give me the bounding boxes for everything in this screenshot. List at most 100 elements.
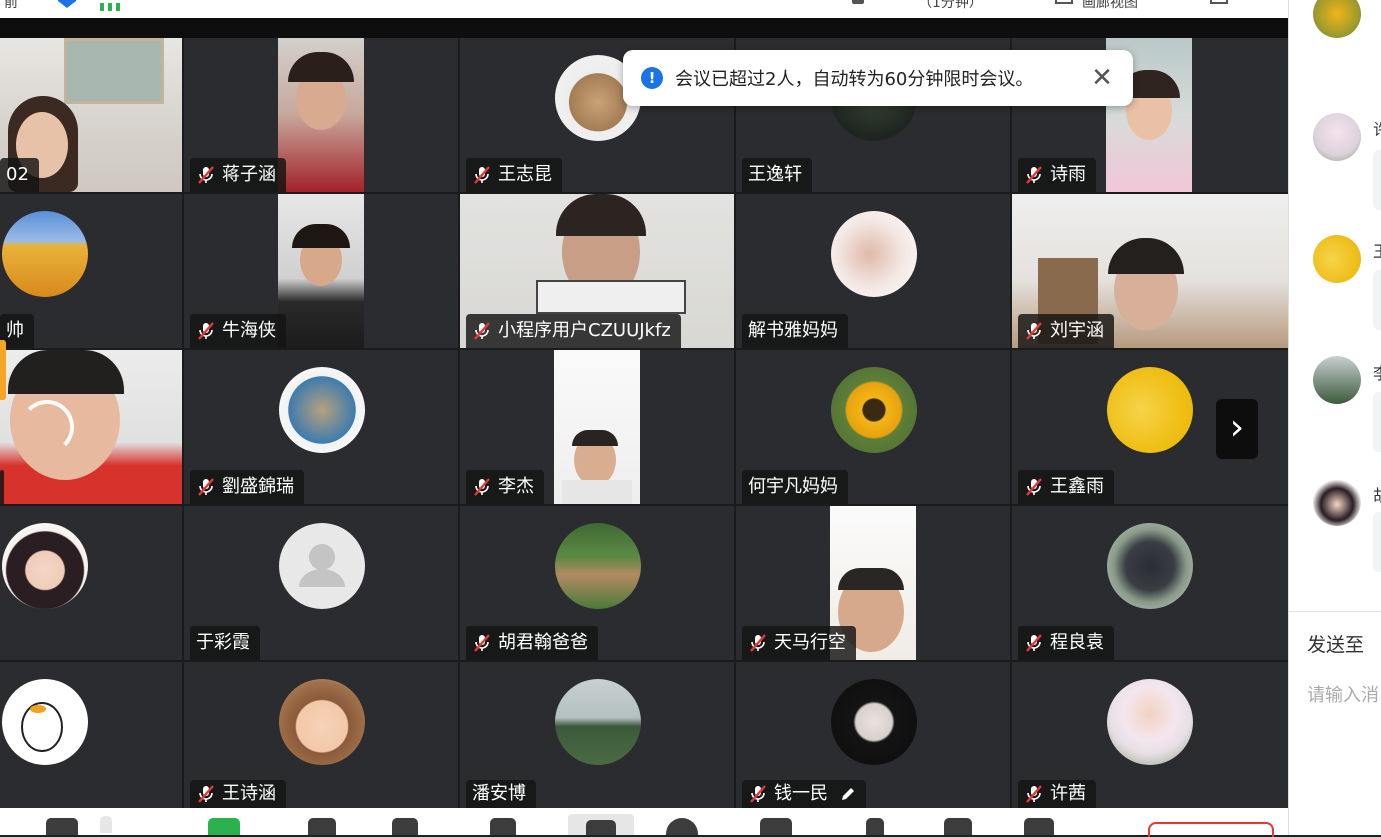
participant-name: 何宇凡妈妈	[748, 476, 838, 497]
video-camera-icon[interactable]	[46, 818, 78, 835]
participant-nameplate	[0, 470, 4, 504]
default-user-icon	[299, 544, 345, 587]
avatar	[1107, 679, 1193, 765]
avatar	[1313, 113, 1361, 161]
participant-nameplate: 蒋子涵	[190, 158, 286, 192]
loading-spinner-icon	[20, 400, 74, 454]
mic-muted-icon	[1026, 166, 1042, 184]
settings-gear-icon[interactable]	[1024, 818, 1054, 835]
chat-sender-name: 许	[1373, 116, 1381, 140]
participant-nameplate: 钱一民	[742, 780, 866, 808]
participant-name: 于彩霞	[196, 632, 250, 653]
fullscreen-icon[interactable]	[1210, 0, 1228, 4]
invite-icon[interactable]	[490, 818, 516, 835]
send-to-selector[interactable]: 发送至	[1307, 630, 1364, 657]
user-icon[interactable]	[852, 0, 864, 4]
participant-nameplate: 何宇凡妈妈	[742, 470, 848, 504]
participant-nameplate: 王诗涵	[190, 780, 286, 808]
close-icon[interactable]: ✕	[1087, 63, 1117, 93]
participant-tile[interactable]	[0, 506, 182, 660]
participant-name: 潘安博	[472, 783, 526, 804]
participant-nameplate: 王鑫雨	[1018, 470, 1114, 504]
layout-grid-icon[interactable]	[944, 818, 972, 835]
avatar	[1313, 0, 1361, 38]
video-area-top-strip	[0, 18, 1288, 38]
pencil-icon	[842, 788, 854, 800]
chat-bubble-icon	[586, 820, 616, 835]
participant-name: 程良袁	[1050, 632, 1104, 653]
participant-name: 王诗涵	[222, 783, 276, 804]
participant-nameplate: 李杰	[466, 470, 544, 504]
participant-tile[interactable]: 何宇凡妈妈	[736, 350, 1010, 504]
participant-tile[interactable]: 蒋子涵	[184, 38, 458, 192]
participant-tile[interactable]: 劉盛錦瑞	[184, 350, 458, 504]
avatar	[2, 679, 88, 765]
participant-tile[interactable]: 李杰	[460, 350, 734, 504]
participant-tile[interactable]	[0, 662, 182, 808]
user-profile-icon[interactable]	[866, 818, 884, 835]
participant-tile[interactable]: 小程序用户CZUUJkfz	[460, 194, 734, 348]
participant-nameplate: 02	[0, 158, 39, 192]
shield-icon	[58, 0, 76, 8]
chat-sender-name: 王	[1373, 238, 1381, 262]
app-top-toolbar: 前 （1分钟） 画廊视图	[0, 0, 1288, 18]
avatar	[1107, 523, 1193, 609]
avatar	[831, 679, 917, 765]
participant-tile[interactable]: 帅	[0, 194, 182, 348]
mic-muted-icon	[750, 785, 766, 803]
participant-tile[interactable]: 牛海侠	[184, 194, 458, 348]
participant-nameplate: 劉盛錦瑞	[190, 470, 304, 504]
participant-nameplate: 许茜	[1018, 780, 1096, 808]
side-drag-handle[interactable]	[0, 340, 6, 400]
participant-name: 02	[6, 164, 29, 185]
participant-tile[interactable]: 解书雅妈妈	[736, 194, 1010, 348]
wall-painting	[64, 38, 164, 104]
security-shield-icon[interactable]	[308, 818, 336, 835]
mic-muted-icon	[1026, 785, 1042, 803]
caret-up-icon[interactable]	[100, 816, 112, 833]
mic-muted-icon	[474, 322, 490, 340]
chat-panel: 许 王 李 胡 发送至 请输入消	[1288, 0, 1381, 835]
participant-name: 帅	[6, 320, 24, 341]
participant-tile[interactable]: 胡君翰爸爸	[460, 506, 734, 660]
chat-input[interactable]: 请输入消	[1307, 681, 1379, 707]
chat-button[interactable]	[568, 814, 634, 835]
mic-muted-icon	[198, 166, 214, 184]
view-mode-label[interactable]: 画廊视图	[1082, 0, 1138, 12]
avatar	[555, 679, 641, 765]
participants-icon[interactable]	[392, 818, 418, 835]
mic-muted-icon	[750, 634, 766, 652]
grid-view-icon[interactable]	[1055, 0, 1073, 4]
participant-tile[interactable]: 许茜	[1012, 662, 1288, 808]
mic-muted-icon	[198, 478, 214, 496]
next-page-button[interactable]: ›	[1216, 399, 1258, 459]
mic-muted-icon	[474, 478, 490, 496]
avatar	[279, 679, 365, 765]
gallery-grid: 02 蒋子涵 王志昆 王逸轩 诗雨 帅 牛海侠 小程序用户CZUUJkfz 解书…	[0, 38, 1288, 808]
participant-nameplate: 王志昆	[466, 158, 562, 192]
share-screen-icon[interactable]	[208, 818, 240, 835]
record-icon[interactable]	[666, 818, 698, 835]
participant-tile[interactable]: 天马行空	[736, 506, 1010, 660]
participant-nameplate: 胡君翰爸爸	[466, 626, 598, 660]
participant-tile[interactable]: 钱一民	[736, 662, 1010, 808]
participant-tile[interactable]: 于彩霞	[184, 506, 458, 660]
info-icon: !	[641, 67, 663, 89]
participant-tile[interactable]: 刘宇涵	[1012, 194, 1288, 348]
raise-hand-icon[interactable]	[760, 818, 792, 835]
duck-sticker	[21, 702, 63, 752]
participant-name: 钱一民	[774, 783, 828, 804]
mic-muted-icon	[198, 785, 214, 803]
participant-nameplate: 小程序用户CZUUJkfz	[466, 314, 681, 348]
participant-tile[interactable]: 程良袁	[1012, 506, 1288, 660]
mic-muted-icon	[1026, 478, 1042, 496]
participant-tile[interactable]: 潘安博	[460, 662, 734, 808]
chat-message-bubble	[1373, 512, 1381, 572]
participant-name: 王鑫雨	[1050, 476, 1104, 497]
participant-tile[interactable]: 王诗涵	[184, 662, 458, 808]
participant-nameplate: 诗雨	[1018, 158, 1096, 192]
avatar	[831, 211, 917, 297]
participant-tile[interactable]: 02	[0, 38, 182, 192]
participant-name: 王志昆	[498, 164, 552, 185]
participant-name: 许茜	[1050, 783, 1086, 804]
